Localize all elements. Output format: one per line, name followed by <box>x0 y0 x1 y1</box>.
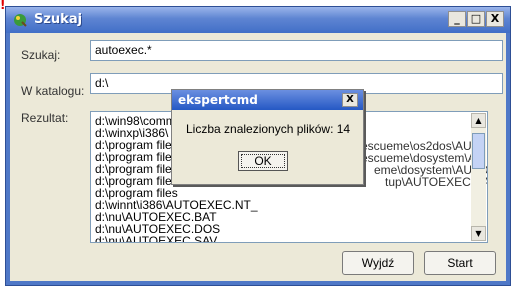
scroll-up-icon[interactable]: ▲ <box>471 113 486 128</box>
dialog-close-button[interactable]: X <box>342 93 358 107</box>
scroll-down-icon[interactable]: ▼ <box>471 226 486 241</box>
start-button[interactable]: Start <box>424 251 496 275</box>
dialog-titlebar[interactable]: ekspertcmd X <box>172 90 363 110</box>
search-input[interactable]: autoexec.* <box>90 40 503 61</box>
window-title: Szukaj <box>34 12 83 27</box>
message-dialog: ekspertcmd X Liczba znalezionych plików:… <box>171 89 364 185</box>
folder-label: W katalogu: <box>21 84 85 98</box>
results-label: Rezultat: <box>21 111 69 125</box>
exit-button[interactable]: Wyjdź <box>342 251 414 275</box>
dialog-message: Liczba znalezionych plików: 14 <box>186 122 351 136</box>
window-titlebar[interactable]: Szukaj _ □ X <box>6 7 510 33</box>
dialog-title: ekspertcmd <box>178 93 258 107</box>
results-scrollbar[interactable]: ▲ ▼ <box>471 113 486 241</box>
search-label: Szukaj: <box>21 48 61 62</box>
ok-button[interactable]: OK <box>238 151 288 171</box>
maximize-button[interactable]: □ <box>467 11 485 27</box>
app-icon <box>14 14 27 27</box>
list-item[interactable]: d:\nu\AUTOEXEC.SAV <box>95 235 487 242</box>
scroll-thumb[interactable] <box>472 133 485 169</box>
close-button[interactable]: X <box>486 11 504 27</box>
minimize-button[interactable]: _ <box>448 11 466 27</box>
